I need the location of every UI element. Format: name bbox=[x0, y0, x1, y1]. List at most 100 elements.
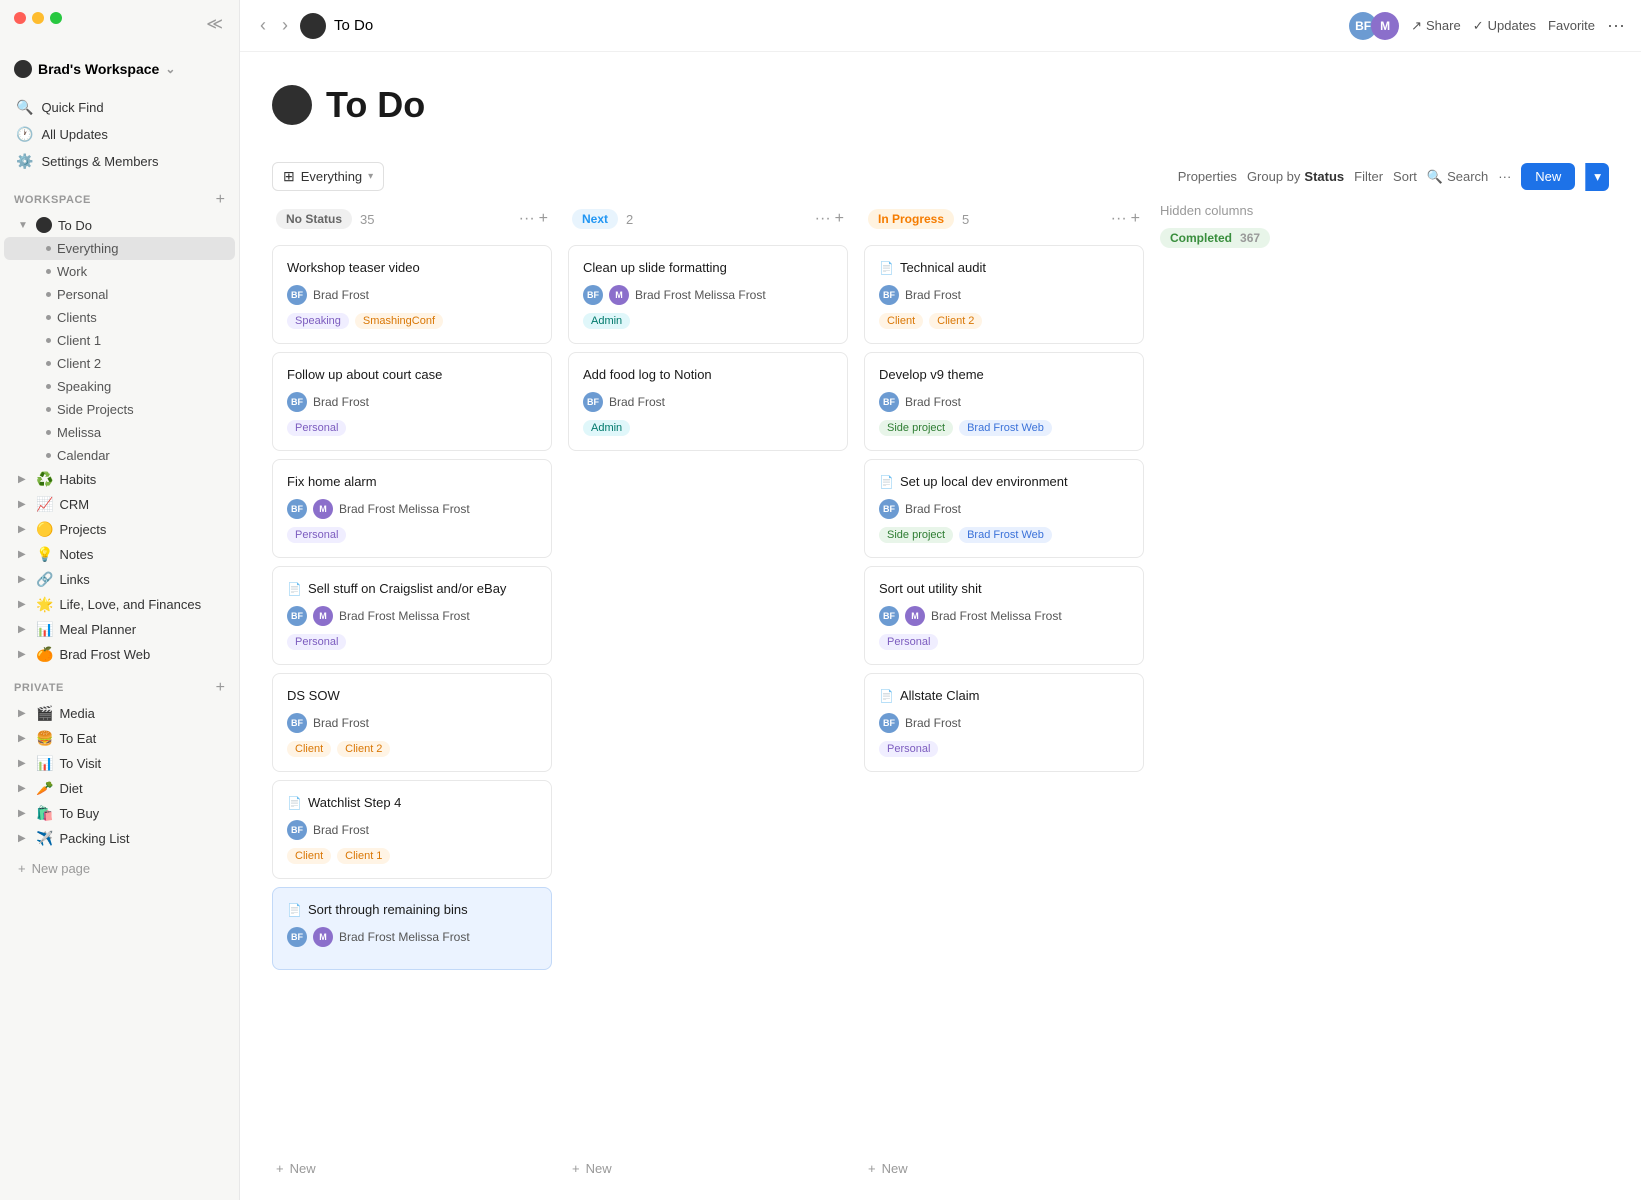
maximize-button[interactable] bbox=[50, 12, 62, 24]
add-new-card-button[interactable]: +New bbox=[568, 1153, 848, 1184]
search-button[interactable]: 🔍 Search bbox=[1427, 169, 1488, 185]
group-by-button[interactable]: Group by Status bbox=[1247, 169, 1344, 184]
filter-button[interactable]: Filter bbox=[1354, 169, 1383, 184]
private-add-button[interactable]: + bbox=[216, 679, 225, 697]
sidebar-item-calendar[interactable]: Calendar bbox=[4, 444, 235, 467]
properties-button[interactable]: Properties bbox=[1178, 169, 1237, 184]
sidebar-item-sideprojects[interactable]: Side Projects bbox=[4, 398, 235, 421]
status-badge: No Status bbox=[276, 209, 352, 229]
notes-icon: 💡 bbox=[36, 546, 53, 563]
completed-status-badge[interactable]: Completed 367 bbox=[1160, 228, 1270, 248]
new-dropdown-button[interactable]: ▾ bbox=[1585, 163, 1609, 191]
share-button[interactable]: ↗ Share bbox=[1411, 18, 1461, 34]
card-user-name: Brad Frost bbox=[313, 716, 369, 730]
favorite-button[interactable]: Favorite bbox=[1548, 18, 1595, 33]
column-menu-button[interactable]: ··· bbox=[519, 210, 535, 228]
table-row[interactable]: Workshop teaser videoBFBrad FrostSpeakin… bbox=[272, 245, 552, 344]
sidebar-item-melissa[interactable]: Melissa bbox=[4, 421, 235, 444]
table-row[interactable]: 📄Sort through remaining binsBFMBrad Fros… bbox=[272, 887, 552, 970]
avatar: BF bbox=[879, 713, 899, 733]
close-button[interactable] bbox=[14, 12, 26, 24]
dot-icon bbox=[46, 315, 51, 320]
table-row[interactable]: Develop v9 themeBFBrad FrostSide project… bbox=[864, 352, 1144, 451]
column-add-button[interactable]: + bbox=[1131, 210, 1140, 228]
sidebar-item-projects[interactable]: ▶ 🟡 Projects bbox=[4, 517, 235, 542]
card-title: 📄Allstate Claim bbox=[879, 688, 1129, 703]
table-row[interactable]: Clean up slide formattingBFMBrad Frost M… bbox=[568, 245, 848, 344]
sidebar-item-tovisit[interactable]: ▶ 📊 To Visit bbox=[4, 751, 235, 776]
new-page-button[interactable]: + New page bbox=[4, 855, 235, 882]
sidebar-item-clients[interactable]: Clients bbox=[4, 306, 235, 329]
column-menu-button[interactable]: ··· bbox=[1111, 210, 1127, 228]
sidebar-item-habits[interactable]: ▶ ♻️ Habits bbox=[4, 467, 235, 492]
arrow-right-icon: ▶ bbox=[18, 549, 30, 560]
view-selector[interactable]: ⊞ Everything ▾ bbox=[272, 162, 384, 191]
more-toolbar-button[interactable]: ··· bbox=[1498, 169, 1511, 184]
card-meta: BFMBrad Frost Melissa Frost bbox=[879, 606, 1129, 626]
tag: Client bbox=[879, 313, 923, 329]
arrow-right-icon: ▶ bbox=[18, 758, 30, 769]
sidebar-item-personal[interactable]: Personal bbox=[4, 283, 235, 306]
table-row[interactable]: Fix home alarmBFMBrad Frost Melissa Fros… bbox=[272, 459, 552, 558]
sidebar-item-tobuy[interactable]: ▶ 🛍️ To Buy bbox=[4, 801, 235, 826]
new-button[interactable]: New bbox=[1521, 163, 1575, 190]
sidebar-item-all-updates[interactable]: 🕐 All Updates bbox=[8, 121, 231, 148]
back-button[interactable]: ‹ bbox=[256, 11, 270, 40]
table-row[interactable]: 📄Allstate ClaimBFBrad FrostPersonal bbox=[864, 673, 1144, 772]
sidebar-item-client2[interactable]: Client 2 bbox=[4, 352, 235, 375]
forward-button[interactable]: › bbox=[278, 11, 292, 40]
document-icon: 📄 bbox=[287, 903, 302, 917]
table-row[interactable]: Sort out utility shitBFMBrad Frost Melis… bbox=[864, 566, 1144, 665]
sidebar-item-todo[interactable]: ▼ To Do bbox=[4, 213, 235, 237]
sidebar-item-toeat[interactable]: ▶ 🍔 To Eat bbox=[4, 726, 235, 751]
sidebar-item-diet[interactable]: ▶ 🥕 Diet bbox=[4, 776, 235, 801]
add-new-card-button[interactable]: +New bbox=[272, 1153, 552, 1184]
workspace-name[interactable]: Brad's Workspace ⌄ bbox=[14, 60, 175, 78]
table-row[interactable]: 📄Technical auditBFBrad FrostClientClient… bbox=[864, 245, 1144, 344]
sidebar-item-notes[interactable]: ▶ 💡 Notes bbox=[4, 542, 235, 567]
sidebar-item-bradfrostweb[interactable]: ▶ 🍊 Brad Frost Web bbox=[4, 642, 235, 667]
avatar: BF bbox=[879, 392, 899, 412]
card-meta: BFBrad Frost bbox=[287, 820, 537, 840]
card-title: Follow up about court case bbox=[287, 367, 537, 382]
column-add-button[interactable]: + bbox=[539, 210, 548, 228]
table-row[interactable]: 📄Watchlist Step 4BFBrad FrostClientClien… bbox=[272, 780, 552, 879]
table-row[interactable]: Follow up about court caseBFBrad FrostPe… bbox=[272, 352, 552, 451]
sidebar-item-mealplanner[interactable]: ▶ 📊 Meal Planner bbox=[4, 617, 235, 642]
sidebar-item-client1[interactable]: Client 1 bbox=[4, 329, 235, 352]
more-options-button[interactable]: ··· bbox=[1607, 15, 1625, 36]
table-row[interactable]: 📄Sell stuff on Craigslist and/or eBayBFM… bbox=[272, 566, 552, 665]
workspace-add-button[interactable]: + bbox=[216, 191, 225, 209]
table-row[interactable]: Add food log to NotionBFBrad FrostAdmin bbox=[568, 352, 848, 451]
sidebar-item-media[interactable]: ▶ 🎬 Media bbox=[4, 701, 235, 726]
card-tags: Personal bbox=[287, 527, 537, 543]
private-section-header: PRIVATE + bbox=[0, 675, 239, 701]
page-title: To Do bbox=[272, 84, 1609, 126]
sidebar-item-packinglist[interactable]: ▶ ✈️ Packing List bbox=[4, 826, 235, 851]
table-row[interactable]: DS SOWBFBrad FrostClientClient 2 bbox=[272, 673, 552, 772]
column-menu-button[interactable]: ··· bbox=[815, 210, 831, 228]
column-count: 2 bbox=[626, 212, 633, 227]
updates-button[interactable]: ✓ Updates bbox=[1473, 18, 1536, 34]
collapse-sidebar-button[interactable]: ≪ bbox=[204, 12, 225, 36]
add-new-card-button[interactable]: +New bbox=[864, 1153, 1144, 1184]
table-row[interactable]: 📄Set up local dev environmentBFBrad Fros… bbox=[864, 459, 1144, 558]
sidebar-item-quick-find[interactable]: 🔍 Quick Find bbox=[8, 94, 231, 121]
sidebar-item-links[interactable]: ▶ 🔗 Links bbox=[4, 567, 235, 592]
column-add-button[interactable]: + bbox=[835, 210, 844, 228]
habits-icon: ♻️ bbox=[36, 471, 53, 488]
arrow-right-icon: ▶ bbox=[18, 833, 30, 844]
sidebar-item-settings[interactable]: ⚙️ Settings & Members bbox=[8, 148, 231, 175]
sidebar-item-lifefinances[interactable]: ▶ 🌟 Life, Love, and Finances bbox=[4, 592, 235, 617]
sidebar-item-crm[interactable]: ▶ 📈 CRM bbox=[4, 492, 235, 517]
tag: Client 2 bbox=[337, 741, 390, 757]
arrow-right-icon: ▶ bbox=[18, 574, 30, 585]
sidebar-item-speaking[interactable]: Speaking bbox=[4, 375, 235, 398]
minimize-button[interactable] bbox=[32, 12, 44, 24]
sort-button[interactable]: Sort bbox=[1393, 169, 1417, 184]
sidebar-item-work[interactable]: Work bbox=[4, 260, 235, 283]
avatar: M bbox=[313, 606, 333, 626]
card-tags: SpeakingSmashingConf bbox=[287, 313, 537, 329]
card-tags: Personal bbox=[287, 420, 537, 436]
sidebar-item-everything[interactable]: Everything bbox=[4, 237, 235, 260]
